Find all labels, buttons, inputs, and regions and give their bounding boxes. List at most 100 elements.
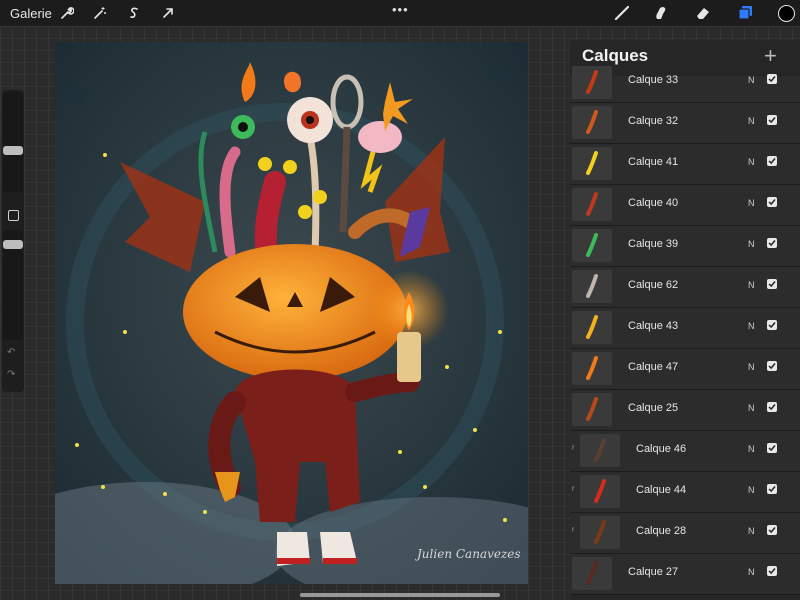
layer-thumbnail[interactable] — [580, 516, 620, 549]
layers-panel-title: Calques — [582, 46, 649, 65]
layer-name[interactable]: Calque 39 — [628, 238, 678, 250]
checkmark-icon — [768, 486, 776, 493]
layer-name[interactable]: Calque 40 — [628, 197, 678, 209]
checkmark-icon — [768, 199, 776, 206]
layer-row[interactable]: ʳ Calque 44 N — [570, 472, 800, 513]
layer-name[interactable]: Calque 41 — [628, 156, 678, 168]
blend-mode-button[interactable]: N — [748, 116, 755, 126]
layer-thumbnail[interactable] — [580, 475, 620, 508]
layer-name[interactable]: Calque 47 — [628, 361, 678, 373]
arrow-transform-icon[interactable] — [158, 3, 178, 23]
checkmark-icon — [768, 322, 776, 329]
layer-visibility-checkbox[interactable] — [767, 566, 777, 576]
blend-mode-button[interactable]: N — [748, 157, 755, 167]
layer-row[interactable]: ʳ Calque 28 N — [570, 513, 800, 554]
layer-name[interactable]: Calque 32 — [628, 115, 678, 127]
layer-row[interactable]: ʳ Calque 46 N — [570, 431, 800, 472]
checkmark-icon — [768, 363, 776, 370]
layer-name[interactable]: Calque 46 — [636, 443, 686, 455]
layer-thumbnail[interactable] — [572, 270, 612, 303]
brush-size-slider[interactable] — [3, 92, 23, 192]
layer-row[interactable]: Calque 25 N — [570, 390, 800, 431]
layer-visibility-checkbox[interactable] — [767, 238, 777, 248]
selection-s-icon[interactable] — [124, 3, 144, 23]
opacity-thumb[interactable] — [3, 240, 23, 249]
eyedropper-button[interactable] — [8, 210, 19, 221]
layer-name[interactable]: Calque 62 — [628, 279, 678, 291]
blend-mode-button[interactable]: N — [748, 75, 755, 85]
more-options-button[interactable]: ••• — [392, 2, 409, 17]
layer-row[interactable]: Calque 39 N — [570, 226, 800, 267]
artwork-canvas[interactable]: Julien Canavezes — [55, 42, 528, 584]
layer-thumbnail[interactable] — [572, 557, 612, 590]
layer-thumbnail[interactable] — [580, 434, 620, 467]
layer-name[interactable]: Calque 43 — [628, 320, 678, 332]
layers-list[interactable]: Calque 33 N Calque 32 N Calque 41 N Calque 40 N… — [570, 66, 800, 595]
blend-mode-button[interactable]: N — [748, 362, 755, 372]
layers-icon[interactable] — [735, 3, 755, 23]
layer-row[interactable]: Calque 62 N — [570, 267, 800, 308]
color-picker-button[interactable] — [778, 5, 795, 22]
layer-thumbnail[interactable] — [572, 229, 612, 262]
layer-visibility-checkbox[interactable] — [767, 525, 777, 535]
layer-visibility-checkbox[interactable] — [767, 156, 777, 166]
blend-mode-button[interactable]: N — [748, 444, 755, 454]
layer-visibility-checkbox[interactable] — [767, 484, 777, 494]
blend-mode-button[interactable]: N — [748, 280, 755, 290]
layer-row[interactable]: Calque 32 N — [570, 103, 800, 144]
layer-thumbnail[interactable] — [572, 311, 612, 344]
top-toolbar: Galerie ••• — [0, 0, 800, 26]
blend-mode-button[interactable]: N — [748, 403, 755, 413]
group-indent-icon: ʳ — [572, 526, 575, 537]
brush-icon[interactable] — [612, 3, 632, 23]
layer-thumbnail[interactable] — [572, 66, 612, 99]
redo-icon[interactable]: ↷ — [7, 369, 15, 380]
eraser-icon[interactable] — [693, 3, 713, 23]
layer-name[interactable]: Calque 25 — [628, 402, 678, 414]
layer-row[interactable]: Calque 43 N — [570, 308, 800, 349]
layer-thumbnail[interactable] — [572, 106, 612, 139]
layer-visibility-checkbox[interactable] — [767, 443, 777, 453]
layer-row[interactable]: Calque 33 N — [570, 66, 800, 103]
layer-visibility-checkbox[interactable] — [767, 197, 777, 207]
layer-visibility-checkbox[interactable] — [767, 115, 777, 125]
layer-name[interactable]: Calque 28 — [636, 525, 686, 537]
checkmark-icon — [768, 527, 776, 534]
layer-visibility-checkbox[interactable] — [767, 361, 777, 371]
layer-row[interactable]: Calque 41 N — [570, 144, 800, 185]
brush-size-thumb[interactable] — [3, 146, 23, 155]
checkmark-icon — [768, 117, 776, 124]
layer-visibility-checkbox[interactable] — [767, 320, 777, 330]
layers-panel: Calques + Calque 33 N Calque 32 N Calque 41 N… — [570, 40, 800, 600]
layer-name[interactable]: Calque 27 — [628, 566, 678, 578]
blend-mode-button[interactable]: N — [748, 567, 755, 577]
layer-name[interactable]: Calque 33 — [628, 74, 678, 86]
layer-thumbnail[interactable] — [572, 393, 612, 426]
layer-thumbnail[interactable] — [572, 147, 612, 180]
layer-thumbnail[interactable] — [572, 352, 612, 385]
smudge-icon[interactable] — [651, 3, 671, 23]
layer-row[interactable]: Calque 40 N — [570, 185, 800, 226]
undo-icon[interactable]: ↶ — [7, 347, 15, 358]
blend-mode-button[interactable]: N — [748, 198, 755, 208]
opacity-slider[interactable] — [3, 230, 23, 340]
gallery-button[interactable]: Galerie — [10, 6, 52, 21]
artist-signature: Julien Canavezes — [417, 547, 521, 561]
layer-visibility-checkbox[interactable] — [767, 279, 777, 289]
layer-visibility-checkbox[interactable] — [767, 402, 777, 412]
blend-mode-button[interactable]: N — [748, 526, 755, 536]
layer-row[interactable]: Calque 27 N — [570, 554, 800, 595]
layer-name[interactable]: Calque 44 — [636, 484, 686, 496]
layer-visibility-checkbox[interactable] — [767, 74, 777, 84]
layer-row[interactable]: Calque 47 N — [570, 349, 800, 390]
layer-thumbnail[interactable] — [572, 188, 612, 221]
artwork-illustration — [55, 42, 528, 584]
blend-mode-button[interactable]: N — [748, 239, 755, 249]
checkmark-icon — [768, 158, 776, 165]
blend-mode-button[interactable]: N — [748, 485, 755, 495]
checkmark-icon — [768, 404, 776, 411]
magic-wand-icon[interactable] — [90, 3, 110, 23]
wrench-icon[interactable] — [57, 3, 77, 23]
add-layer-button[interactable]: + — [764, 43, 777, 69]
blend-mode-button[interactable]: N — [748, 321, 755, 331]
